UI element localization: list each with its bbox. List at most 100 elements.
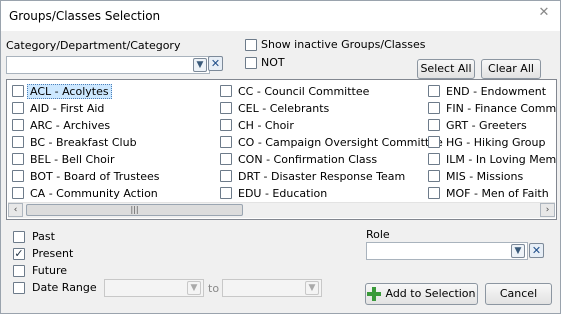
- group-checkbox[interactable]: [12, 136, 24, 148]
- group-checkbox[interactable]: [12, 170, 24, 182]
- close-icon[interactable]: ✕: [536, 5, 552, 21]
- group-label: BEL - Bell Choir: [30, 153, 115, 166]
- group-list-item[interactable]: ILM - In Loving Memory: [428, 151, 557, 168]
- add-to-selection-button[interactable]: Add to Selection: [365, 283, 478, 305]
- horizontal-scrollbar[interactable]: ‹ ||| ›: [8, 202, 555, 218]
- group-list-item[interactable]: EDU - Education: [220, 185, 425, 202]
- plus-icon: [367, 287, 382, 301]
- group-list-item[interactable]: ACL - Acolytes: [12, 83, 217, 100]
- category-label: Category/Department/Category: [6, 39, 181, 52]
- group-label: CEL - Celebrants: [238, 102, 330, 115]
- group-checkbox[interactable]: [12, 187, 24, 199]
- group-label: MIS - Missions: [446, 170, 524, 183]
- group-label: BOT - Board of Trustees: [30, 170, 160, 183]
- group-checkbox[interactable]: [220, 102, 232, 114]
- role-clear-icon[interactable]: ✕: [529, 243, 544, 258]
- group-label: END - Endowment: [446, 85, 547, 98]
- window-title: Groups/Classes Selection: [9, 9, 161, 23]
- role-dropdown[interactable]: ▼: [366, 242, 528, 260]
- group-checkbox[interactable]: [12, 119, 24, 131]
- group-list-item[interactable]: CH - Choir: [220, 117, 425, 134]
- scroll-right-icon[interactable]: ›: [540, 203, 555, 217]
- date-range-checkbox[interactable]: [13, 282, 25, 294]
- past-checkbox[interactable]: [13, 231, 25, 243]
- group-checkbox[interactable]: [428, 119, 440, 131]
- to-label: to: [208, 282, 220, 295]
- group-label: EDU - Education: [238, 187, 328, 200]
- group-list-item[interactable]: END - Endowment: [428, 83, 556, 100]
- group-list-item[interactable]: BOT - Board of Trustees: [12, 168, 217, 185]
- group-label: AID - First Aid: [30, 102, 105, 115]
- group-label: FIN - Finance Committee: [446, 102, 557, 115]
- group-checkbox[interactable]: [220, 136, 232, 148]
- group-checkbox[interactable]: [220, 119, 232, 131]
- group-label: HG - Hiking Group: [446, 136, 546, 149]
- group-list-item[interactable]: BC - Breakfast Club: [12, 134, 217, 151]
- past-label: Past: [32, 230, 55, 243]
- group-label: CA - Community Action: [30, 187, 158, 200]
- add-to-selection-label: Add to Selection: [385, 287, 476, 300]
- group-checkbox[interactable]: [428, 170, 440, 182]
- group-list-item[interactable]: CEL - Celebrants: [220, 100, 425, 117]
- future-label: Future: [32, 264, 68, 277]
- group-list-item[interactable]: CA - Community Action: [12, 185, 217, 202]
- group-checkbox[interactable]: [428, 153, 440, 165]
- not-label: NOT: [261, 56, 285, 69]
- show-inactive-checkbox[interactable]: [245, 39, 257, 51]
- group-checkbox[interactable]: [12, 85, 24, 97]
- group-checkbox[interactable]: [12, 102, 24, 114]
- chevron-down-icon[interactable]: ▼: [193, 58, 207, 72]
- group-list-item[interactable]: MOF - Men of Faith: [428, 185, 556, 202]
- group-list-item[interactable]: DRT - Disaster Response Team: [220, 168, 425, 185]
- group-list-item[interactable]: HG - Hiking Group: [428, 134, 556, 151]
- group-list-item[interactable]: CC - Council Committee: [220, 83, 425, 100]
- group-checkbox[interactable]: [428, 85, 440, 97]
- title-bar: Groups/Classes Selection ✕: [1, 1, 560, 31]
- select-all-button[interactable]: Select All: [417, 59, 475, 79]
- group-list-item[interactable]: GRT - Greeters: [428, 117, 556, 134]
- group-checkbox[interactable]: [428, 187, 440, 199]
- cancel-button[interactable]: Cancel: [485, 283, 552, 305]
- group-list-item[interactable]: MIS - Missions: [428, 168, 556, 185]
- group-label: ACL - Acolytes: [27, 84, 112, 99]
- not-checkbox[interactable]: [245, 57, 257, 69]
- group-label: BC - Breakfast Club: [30, 136, 137, 149]
- group-list-item[interactable]: AID - First Aid: [12, 100, 217, 117]
- date-from-dropdown[interactable]: ▼: [104, 279, 204, 297]
- group-list-item[interactable]: CO - Campaign Oversight Committee: [220, 134, 443, 151]
- show-inactive-label: Show inactive Groups/Classes: [261, 38, 426, 51]
- group-label: MOF - Men of Faith: [446, 187, 549, 200]
- group-list-item[interactable]: BEL - Bell Choir: [12, 151, 217, 168]
- chevron-down-icon[interactable]: ▼: [305, 281, 319, 295]
- group-checkbox[interactable]: [220, 187, 232, 199]
- group-list-item[interactable]: ARC - Archives: [12, 117, 217, 134]
- group-list-item[interactable]: CON - Confirmation Class: [220, 151, 425, 168]
- group-checkbox[interactable]: [428, 136, 440, 148]
- clear-all-button[interactable]: Clear All: [481, 59, 541, 79]
- chevron-down-icon[interactable]: ▼: [187, 281, 201, 295]
- scroll-thumb[interactable]: |||: [26, 204, 243, 216]
- group-checkbox[interactable]: [12, 153, 24, 165]
- present-checkbox[interactable]: ✓: [13, 248, 25, 260]
- groups-classes-dialog: Groups/Classes Selection ✕ Category/Depa…: [0, 0, 561, 314]
- chevron-down-icon[interactable]: ▼: [511, 244, 525, 258]
- group-checkbox[interactable]: [428, 102, 440, 114]
- category-dropdown[interactable]: ▼: [6, 56, 210, 74]
- group-label: CC - Council Committee: [238, 85, 370, 98]
- group-label: ILM - In Loving Memory: [446, 153, 557, 166]
- group-list-item[interactable]: FIN - Finance Committee: [428, 100, 557, 117]
- group-label: CH - Choir: [238, 119, 294, 132]
- group-label: CO - Campaign Oversight Committee: [238, 136, 443, 149]
- future-checkbox[interactable]: [13, 265, 25, 277]
- group-checkbox[interactable]: [220, 153, 232, 165]
- group-label: GRT - Greeters: [446, 119, 527, 132]
- category-clear-icon[interactable]: ✕: [208, 56, 223, 71]
- date-to-dropdown[interactable]: ▼: [222, 279, 322, 297]
- group-label: CON - Confirmation Class: [238, 153, 378, 166]
- role-label: Role: [366, 228, 390, 241]
- group-checkbox[interactable]: [220, 170, 232, 182]
- group-checkbox[interactable]: [220, 85, 232, 97]
- groups-list: ACL - Acolytes AID - First Aid ARC - Archi…: [6, 79, 557, 220]
- scroll-left-icon[interactable]: ‹: [8, 203, 23, 217]
- present-label: Present: [32, 247, 74, 260]
